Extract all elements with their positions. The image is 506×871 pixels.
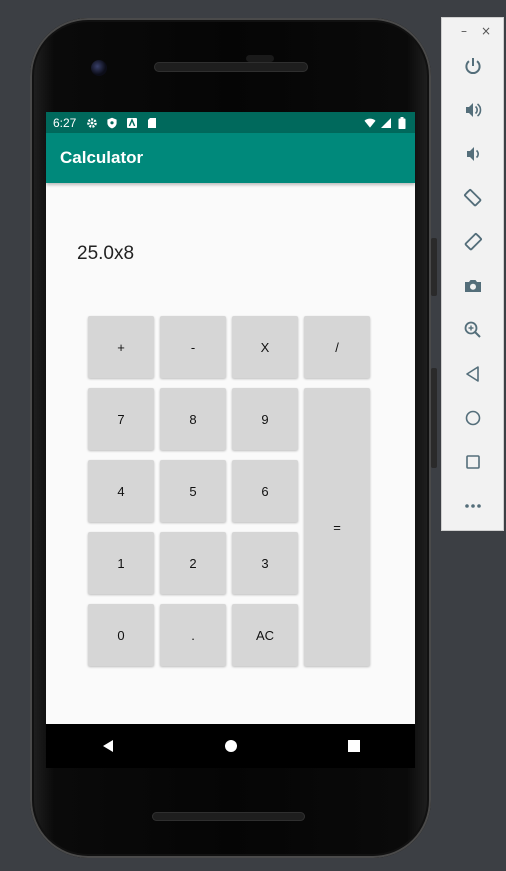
emulator-toolbar: – × xyxy=(441,17,504,531)
all-clear-button[interactable]: AC xyxy=(232,604,298,666)
equals-button[interactable]: = xyxy=(304,388,370,666)
power-icon[interactable] xyxy=(459,52,487,80)
status-icons-right xyxy=(364,116,408,129)
device-screen: 6:27 Calculator 25.0x8 + - X / 7 8 9 = 4… xyxy=(46,112,415,724)
plus-button[interactable]: + xyxy=(88,316,154,378)
multiply-button[interactable]: X xyxy=(232,316,298,378)
back-icon[interactable] xyxy=(459,360,487,388)
phone-power-key[interactable] xyxy=(431,238,437,296)
keypad: + - X / 7 8 9 = 4 5 6 1 2 3 0 . AC xyxy=(88,316,370,666)
volume-down-icon[interactable] xyxy=(459,140,487,168)
signal-icon xyxy=(380,117,392,129)
toolbar-window-controls: – × xyxy=(442,18,503,44)
home-icon[interactable] xyxy=(459,404,487,432)
sd-card-icon xyxy=(146,117,158,129)
top-slot xyxy=(246,55,274,62)
bottom-speaker xyxy=(152,812,305,821)
phone-volume-key[interactable] xyxy=(431,368,437,468)
digit-6-button[interactable]: 6 xyxy=(232,460,298,522)
camera-icon[interactable] xyxy=(459,272,487,300)
more-icon[interactable] xyxy=(459,492,487,520)
a-box-icon xyxy=(126,117,138,129)
decimal-button[interactable]: . xyxy=(160,604,226,666)
digit-5-button[interactable]: 5 xyxy=(160,460,226,522)
digit-0-button[interactable]: 0 xyxy=(88,604,154,666)
digit-4-button[interactable]: 4 xyxy=(88,460,154,522)
rotate-right-icon[interactable] xyxy=(459,228,487,256)
digit-7-button[interactable]: 7 xyxy=(88,388,154,450)
shield-icon xyxy=(106,117,118,129)
minimize-button[interactable]: – xyxy=(461,25,467,37)
zoom-icon[interactable] xyxy=(459,316,487,344)
divide-button[interactable]: / xyxy=(304,316,370,378)
status-bar: 6:27 xyxy=(46,112,415,133)
earpiece-speaker xyxy=(154,62,308,72)
app-bar: Calculator xyxy=(46,133,415,183)
digit-2-button[interactable]: 2 xyxy=(160,532,226,594)
overview-icon[interactable] xyxy=(459,448,487,476)
digit-9-button[interactable]: 9 xyxy=(232,388,298,450)
minus-button[interactable]: - xyxy=(160,316,226,378)
nav-overview-icon[interactable] xyxy=(344,736,364,756)
volume-up-icon[interactable] xyxy=(459,96,487,124)
navigation-bar xyxy=(46,724,415,768)
digit-8-button[interactable]: 8 xyxy=(160,388,226,450)
battery-icon xyxy=(396,116,408,129)
close-button[interactable]: × xyxy=(481,25,491,37)
app-title: Calculator xyxy=(60,148,144,167)
digit-1-button[interactable]: 1 xyxy=(88,532,154,594)
nav-home-icon[interactable] xyxy=(221,736,241,756)
wifi-icon xyxy=(364,117,376,129)
nav-back-icon[interactable] xyxy=(98,736,118,756)
status-icons-left xyxy=(86,117,158,129)
status-time: 6:27 xyxy=(53,115,77,130)
emulator-stage: 6:27 Calculator 25.0x8 + - X / 7 8 9 = 4… xyxy=(0,0,506,871)
front-camera xyxy=(91,60,107,76)
digit-3-button[interactable]: 3 xyxy=(232,532,298,594)
rotate-left-icon[interactable] xyxy=(459,184,487,212)
expression-display: 25.0x8 xyxy=(77,243,135,264)
gear-icon xyxy=(86,117,98,129)
